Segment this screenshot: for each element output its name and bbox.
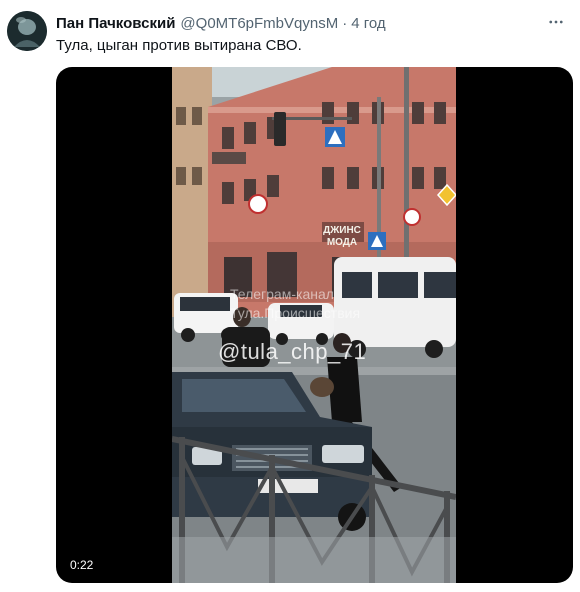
video-watermark: @tula_chp_71 xyxy=(218,339,367,364)
tweet-card: Пан Пачковский @Q0MT6pFmbVqynsM · 4 год … xyxy=(0,0,580,592)
video-frame: ДЖИНС МОДА Телеграм-канал Тула.Происшест… xyxy=(172,67,456,583)
shop-sign-text: ДЖИНС МОДА xyxy=(323,225,361,248)
avatar-image xyxy=(7,11,47,51)
watermark-subtitle-line-1: Телеграм-канал xyxy=(230,286,334,302)
video-player[interactable]: ДЖИНС МОДА Телеграм-канал Тула.Происшест… xyxy=(56,67,573,583)
avatar[interactable] xyxy=(7,11,47,51)
more-icon[interactable] xyxy=(546,12,566,32)
tweet-text: Тула, цыган против вытирана СВО. xyxy=(56,37,302,54)
watermark-subtitle: Телеграм-канал Тула.Происшествия xyxy=(230,285,360,323)
tweet-header: Пан Пачковский @Q0MT6pFmbVqynsM · 4 год xyxy=(56,13,386,33)
author-handle[interactable]: @Q0MT6pFmbVqynsM xyxy=(180,15,338,32)
tweet-timestamp[interactable]: 4 год xyxy=(351,15,385,32)
watermark-subtitle-line-2: Тула.Происшествия xyxy=(230,305,361,321)
author-name[interactable]: Пан Пачковский xyxy=(56,15,175,32)
video-duration: 0:22 xyxy=(65,556,99,574)
separator-dot: · xyxy=(342,14,348,32)
